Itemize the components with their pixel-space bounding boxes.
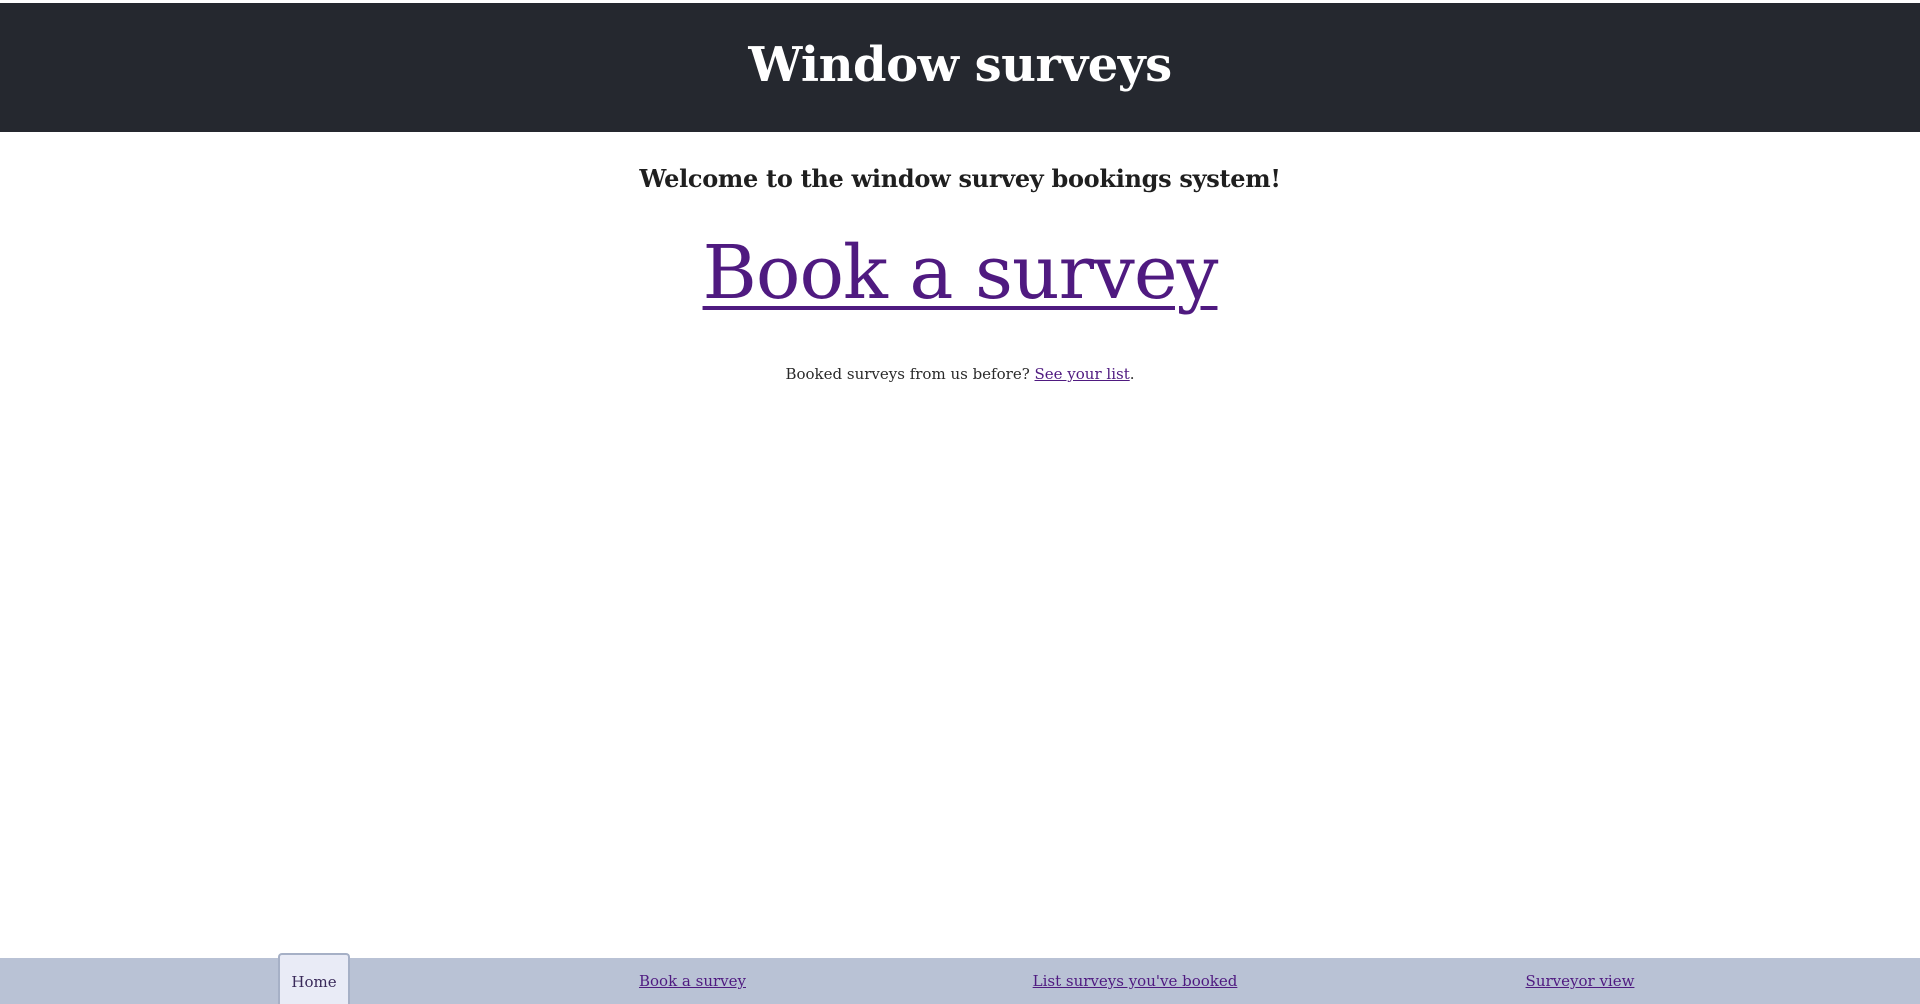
nav-list-surveys-link[interactable]: List surveys you've booked [1030, 958, 1240, 1004]
page: Window surveys Welcome to the window sur… [0, 0, 1920, 1004]
returning-suffix: . [1129, 365, 1135, 383]
see-your-list-link[interactable]: See your list [1035, 365, 1130, 383]
welcome-heading: Welcome to the window survey bookings sy… [639, 164, 1281, 193]
nav-home-tab[interactable]: Home [278, 953, 350, 1004]
returning-prefix: Booked surveys from us before? [785, 365, 1035, 383]
returning-customer-text: Booked surveys from us before? See your … [0, 365, 1920, 383]
nav-book-survey-link[interactable]: Book a survey [620, 958, 765, 1004]
footer-navigation: Home Book a survey List surveys you've b… [0, 953, 1920, 1004]
site-header: Window surveys [0, 3, 1920, 132]
nav-surveyor-view-link[interactable]: Surveyor view [1510, 958, 1650, 1004]
book-survey-cta: Book a survey [0, 236, 1920, 310]
site-title: Window surveys [748, 36, 1172, 93]
book-survey-link[interactable]: Book a survey [703, 230, 1219, 316]
